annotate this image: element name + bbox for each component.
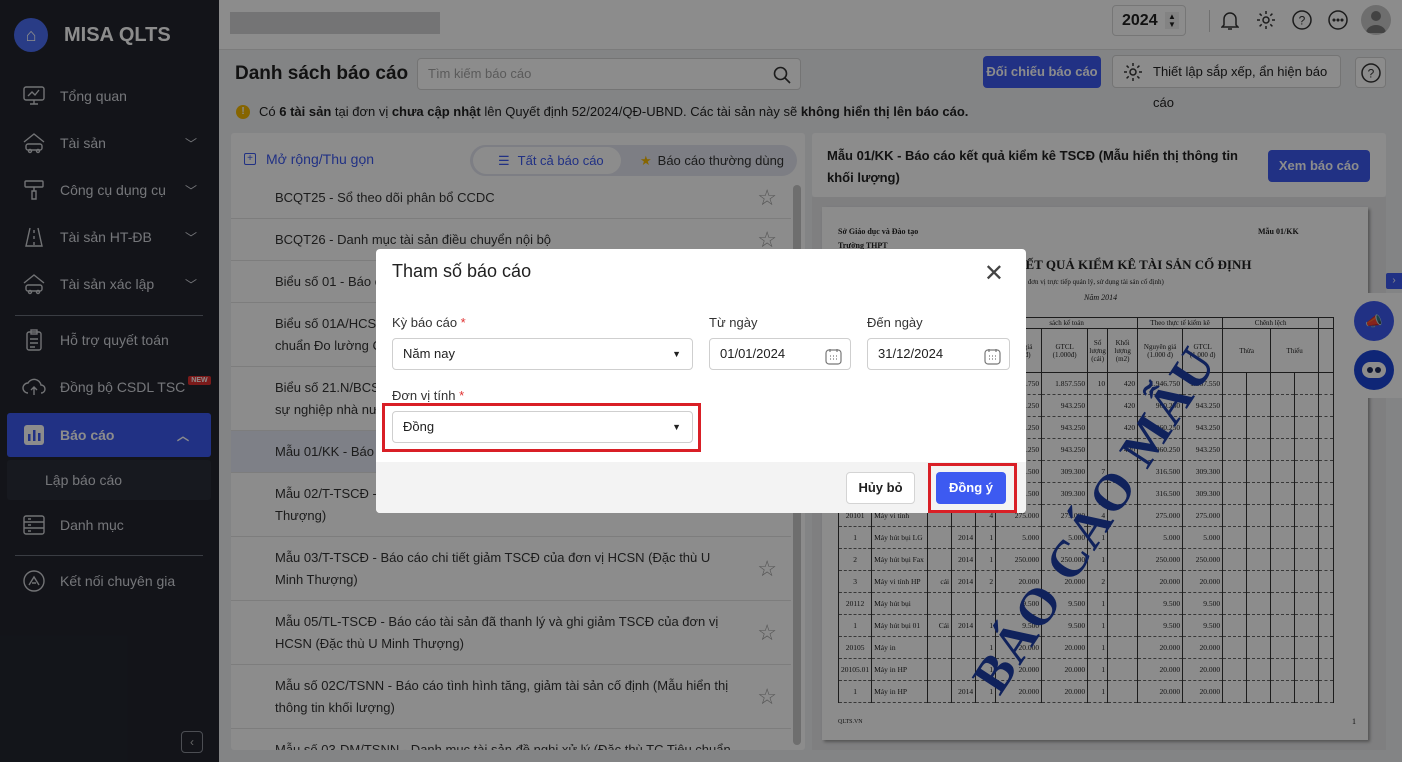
calendar-icon[interactable] <box>825 346 842 376</box>
from-date-label: Từ ngày <box>709 315 758 330</box>
highlight-box <box>928 463 1017 513</box>
from-date-input[interactable]: 01/01/2024 <box>709 338 851 370</box>
select-value: Năm nay <box>403 346 456 361</box>
date-value: 01/01/2024 <box>720 346 786 361</box>
date-value: 31/12/2024 <box>878 346 944 361</box>
cancel-button[interactable]: Hủy bỏ <box>846 472 915 504</box>
dialog-title: Tham số báo cáo <box>392 261 532 281</box>
to-date-input[interactable]: 31/12/2024 <box>867 338 1010 370</box>
report-parameters-dialog: Tham số báo cáo ✕ Kỳ báo cáo * Năm nay ▼ … <box>376 249 1026 513</box>
close-icon[interactable]: ✕ <box>984 259 1004 288</box>
unit-label: Đơn vị tính * <box>392 388 465 403</box>
to-date-label: Đến ngày <box>867 315 923 330</box>
caret-down-icon: ▼ <box>672 349 681 359</box>
period-label: Kỳ báo cáo * <box>392 315 466 330</box>
calendar-icon[interactable] <box>984 346 1001 376</box>
highlight-box <box>382 403 701 452</box>
dialog-footer: Hủy bỏ Đồng ý <box>376 462 1026 513</box>
period-select[interactable]: Năm nay ▼ <box>392 338 693 370</box>
